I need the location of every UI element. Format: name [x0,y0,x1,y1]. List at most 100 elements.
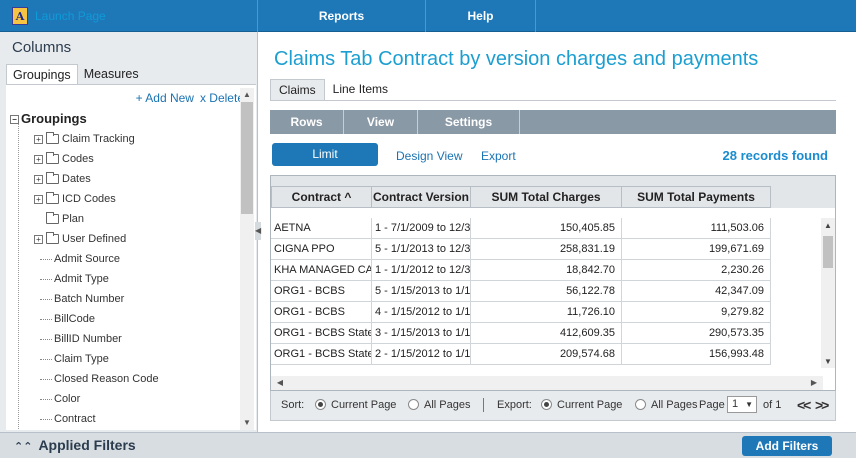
export-current-page-option[interactable]: Current Page [541,398,623,411]
table-row[interactable]: ORG1 - BCBS 5 - 1/15/2013 to 1/1 56,122.78… [271,281,771,302]
add-new-link[interactable]: + Add New [136,91,194,105]
folder-icon [46,192,59,205]
add-filters-button[interactable]: Add Filters [742,436,832,456]
applied-filters-toggle[interactable]: ⌃⌃ Applied Filters [14,437,136,453]
rows-button[interactable]: Rows [270,110,344,134]
tree-field-item[interactable]: Contract [10,409,242,429]
grid-scroll-right-icon[interactable]: ▶ [807,376,821,390]
table-cell: 412,609.35 [471,323,622,344]
tree-field-item[interactable]: Admit Type [10,269,242,289]
folder-icon [46,152,59,165]
tree-field-label: BillCode [54,313,95,325]
grid-scroll-up-icon[interactable]: ▲ [821,220,835,232]
collapse-icon[interactable]: − [10,115,19,125]
col-contract[interactable]: Contract ^ [271,186,372,208]
expand-icon[interactable]: + [34,194,43,204]
table-cell: 2 - 1/15/2012 to 1/1 [372,344,471,365]
view-button[interactable]: View [344,110,418,134]
tree-field-item[interactable]: Color [10,389,242,409]
footer-divider [483,398,484,412]
grid-footer: Sort: Current Page All Pages Export: Cur… [270,391,836,421]
expand-icon[interactable]: + [34,154,43,164]
col-sum-total-charges[interactable]: SUM Total Charges [471,186,622,208]
tab-groupings[interactable]: Groupings [6,64,78,84]
tree-folder-item[interactable]: + Claim Tracking [10,129,242,149]
export-all-pages-option[interactable]: All Pages [635,398,697,411]
radio-selected-icon[interactable] [541,398,552,410]
scroll-up-icon[interactable]: ▲ [240,88,254,102]
delete-link[interactable]: x Delete [200,91,244,105]
settings-button[interactable]: Settings [418,110,520,134]
launch-page-label[interactable]: Launch Page [35,9,106,23]
grid-header-band [271,176,835,186]
expand-icon[interactable]: + [34,234,43,244]
sort-current-page-label: Current Page [331,399,397,411]
groupings-tree-area: + Add New x Delete − Groupings + Claim Trac… [6,84,256,430]
launch-page-link[interactable]: A Launch Page [0,0,258,32]
tree-root-groupings[interactable]: − Groupings [10,109,242,129]
report-main: Claims Tab Contract by version charges a… [262,32,846,432]
radio-selected-icon[interactable] [315,398,326,410]
tab-measures[interactable]: Measures [78,64,145,84]
tree-connector [40,258,52,260]
table-cell: 56,122.78 [471,281,622,302]
limit-button[interactable]: Limit [272,143,378,166]
table-cell: 1 - 7/1/2009 to 12/3 [372,218,471,239]
radio-icon[interactable] [635,398,646,410]
nav-reports[interactable]: Reports [258,0,426,32]
table-cell: ORG1 - BCBS State [271,323,372,344]
radio-icon[interactable] [408,398,419,410]
tree-actions: + Add New x Delete [130,91,244,105]
table-row[interactable]: ORG1 - BCBS 4 - 1/15/2012 to 1/1 11,726.10… [271,302,771,323]
tree-field-label: BillID Number [54,333,122,345]
tree-field-item[interactable]: BillID Number [10,329,242,349]
nav-help[interactable]: Help [426,0,536,32]
expand-icon[interactable]: + [34,134,43,144]
table-row[interactable]: KHA MANAGED CAR 1 - 1/1/2012 to 12/3 18,84… [271,260,771,281]
table-cell: ORG1 - BCBS [271,281,372,302]
tree-folder-item[interactable]: + Dates [10,169,242,189]
right-edge [846,32,856,432]
tree-scrollbar[interactable]: ▲ ▼ [240,88,254,430]
scroll-thumb[interactable] [241,102,253,214]
col-sum-total-payments[interactable]: SUM Total Payments [622,186,771,208]
tree-folder-item[interactable]: + Codes [10,149,242,169]
tab-claims[interactable]: Claims [270,79,325,100]
tab-line-items[interactable]: Line Items [325,79,396,100]
expand-icon[interactable]: + [34,174,43,184]
table-cell: ORG1 - BCBS State [271,344,372,365]
table-row[interactable]: ORG1 - BCBS State 3 - 1/15/2013 to 1/1 412… [271,323,771,344]
tree-field-item[interactable]: Closed Reason Code [10,369,242,389]
tree-field-item[interactable]: BillCode [10,309,242,329]
panel-collapse-handle[interactable]: ◀ [255,222,261,240]
tree-field-label: Claim Type [54,353,109,365]
grid-scroll-thumb[interactable] [823,236,833,268]
tree-folder-label: Claim Tracking [62,133,135,145]
next-page-button[interactable]: >> [815,397,829,413]
col-contract-version[interactable]: Contract Version [372,186,471,208]
table-cell: 42,347.09 [622,281,771,302]
table-row[interactable]: CIGNA PPO 5 - 1/1/2013 to 12/3 258,831.19 1… [271,239,771,260]
tree-folder-item[interactable]: + User Defined [10,229,242,249]
design-view-link[interactable]: Design View [396,149,462,163]
tree-field-item[interactable]: Admit Source [10,249,242,269]
tree-field-item[interactable]: Claim Type [10,349,242,369]
grid-vertical-scrollbar[interactable]: ▲ ▼ [821,218,835,368]
folder-icon [46,172,59,185]
export-link[interactable]: Export [481,149,516,163]
tree-folder-item[interactable]: Plan [10,209,242,229]
page-select[interactable]: 1 ▼ [727,396,757,414]
tree-field-item[interactable]: Batch Number [10,289,242,309]
sort-all-pages-option[interactable]: All Pages [408,398,470,411]
prev-page-button[interactable]: << [797,397,811,413]
sort-current-page-option[interactable]: Current Page [315,398,397,411]
table-cell: 9,279.82 [622,302,771,323]
table-row[interactable]: ORG1 - BCBS State 2 - 1/15/2012 to 1/1 209… [271,344,771,365]
grid-scroll-down-icon[interactable]: ▼ [821,356,835,368]
grid-horizontal-scrollbar[interactable]: ◀ ▶ [271,376,823,390]
table-row[interactable]: AETNA 1 - 7/1/2009 to 12/3 150,405.85 111,5… [271,218,771,239]
export-current-page-label: Current Page [557,399,623,411]
scroll-down-icon[interactable]: ▼ [240,416,254,430]
tree-folder-item[interactable]: + ICD Codes [10,189,242,209]
grid-scroll-left-icon[interactable]: ◀ [273,376,287,390]
